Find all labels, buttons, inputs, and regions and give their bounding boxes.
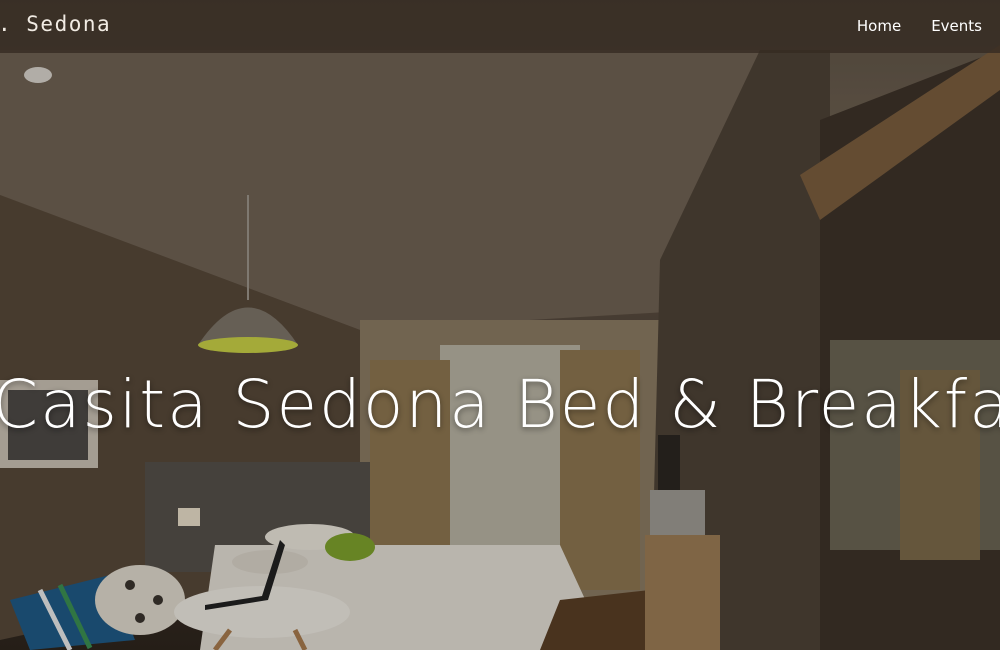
hero-dark-overlay xyxy=(0,0,1000,650)
nav-link-events[interactable]: Events xyxy=(931,17,982,35)
brand-logo[interactable]: . Sedona xyxy=(0,12,111,36)
top-navbar: . Sedona Home Events xyxy=(0,0,1000,53)
hero-title: Casita Sedona Bed & Breakfast xyxy=(0,366,1000,444)
nav-link-home[interactable]: Home xyxy=(857,17,901,35)
nav-links: Home Events xyxy=(857,17,982,35)
hero-section: . Sedona Home Events Casita Sedona Bed &… xyxy=(0,0,1000,650)
